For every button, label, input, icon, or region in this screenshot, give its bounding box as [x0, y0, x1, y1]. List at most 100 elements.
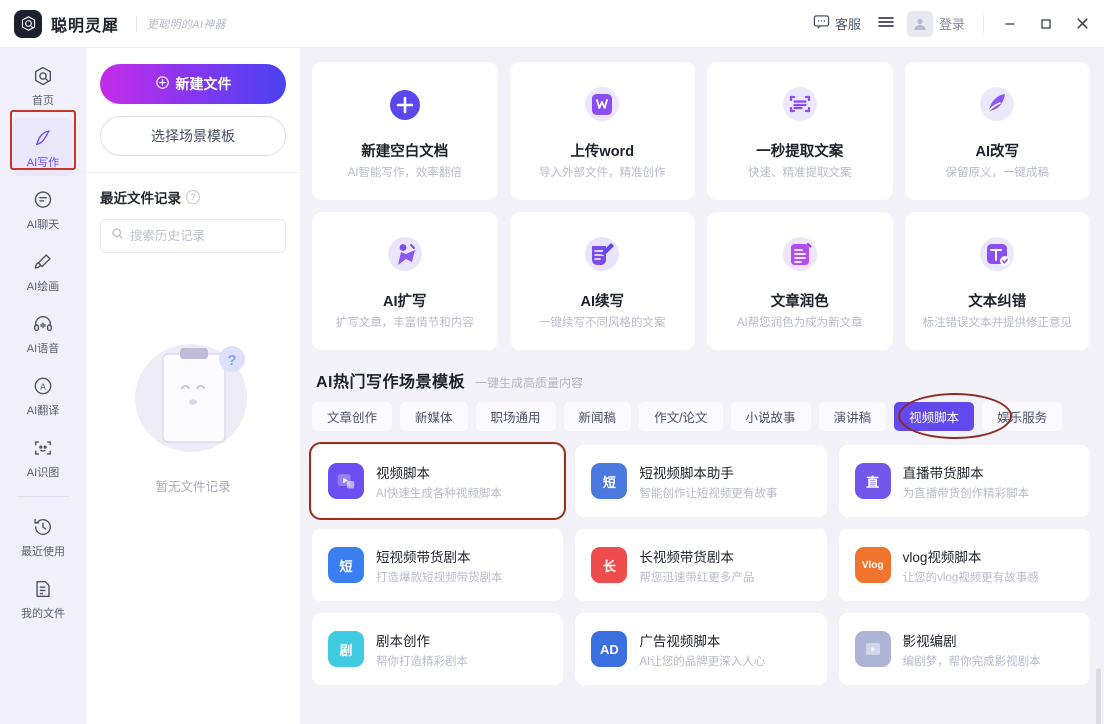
feature-card-ai-continue[interactable]: AI续写 一键续写不同风格的文案 — [509, 212, 695, 350]
template-card-short-video-script-helper[interactable]: 短 短视频脚本助手 智能创作让短视频更有故事 — [575, 445, 827, 517]
plus-circle-icon — [155, 75, 170, 93]
panel-divider — [86, 172, 300, 173]
file-icon — [32, 577, 54, 601]
template-card-screenplay-creation[interactable]: 剧 剧本创作 帮你打造精彩剧本 — [312, 613, 564, 685]
template-text: 直播带货脚本 为直播带货创作精彩脚本 — [903, 462, 1030, 501]
customer-service-button[interactable]: 客服 — [805, 9, 869, 39]
template-icon: 直 — [854, 463, 891, 499]
tab-article-creation[interactable]: 文章创作 — [312, 402, 393, 431]
template-card-live-commerce-script[interactable]: 直 直播带货脚本 为直播带货创作精彩脚本 — [838, 445, 1090, 517]
template-category-tabs: 文章创作 新媒体 职场通用 新闻稿 作文/论文 小说故事 演讲稿 视频脚本 娱乐… — [312, 393, 1090, 439]
template-title: 影视编剧 — [902, 633, 957, 649]
feature-card-ai-expand[interactable]: AI扩写 扩写文章，丰富情节和内容 — [312, 212, 498, 350]
template-card-ad-video-script[interactable]: AD 广告视频脚本 AI让您的品牌更深入人心 — [575, 613, 827, 685]
main-scrollbar[interactable] — [1096, 668, 1101, 724]
sidebar-item-recent[interactable]: 最近使用 — [12, 507, 74, 565]
template-icon: AD — [591, 631, 628, 667]
sidebar-label: AI识图 — [26, 467, 60, 479]
customer-service-label: 客服 — [834, 17, 861, 32]
template-title: 剧本创作 — [376, 633, 430, 649]
template-icon: Vlog — [854, 547, 891, 583]
scan-text-icon — [777, 82, 823, 128]
sidebar-item-ai-translate[interactable]: A AI翻译 — [12, 366, 74, 424]
sidebar-item-ai-chat[interactable]: AI聊天 — [12, 180, 74, 238]
text-correct-icon — [974, 232, 1020, 278]
template-card-vlog-script[interactable]: Vlog vlog视频脚本 让您的vlog视频更有故事感 — [838, 529, 1090, 601]
choose-template-button[interactable]: 选择场景模板 — [100, 116, 286, 156]
template-card-film-tv-screenwriting[interactable]: 影视编剧 编剧梦，帮你完成影视剧本 — [838, 613, 1090, 685]
sidebar-item-ai-drawing[interactable]: AI绘画 — [12, 242, 74, 300]
tab-press-release[interactable]: 新闻稿 — [563, 402, 632, 431]
feature-card-article-polish[interactable]: 文章润色 AI帮您润色为成为新文章 — [707, 212, 893, 350]
template-desc: 打造爆款短视频带货剧本 — [376, 571, 503, 584]
titlebar-divider — [983, 14, 984, 33]
feature-card-new-blank-doc[interactable]: 新建空白文档 AI智能写作，效率翻倍 — [312, 62, 498, 200]
new-file-label: 新建文件 — [175, 76, 232, 92]
svg-text:A: A — [40, 382, 46, 391]
login-button[interactable]: 登录 — [903, 8, 975, 40]
feature-card-upload-word[interactable]: 上传word 导入外部文件，精准创作 — [509, 62, 695, 200]
template-icon — [328, 463, 364, 499]
word-icon — [579, 82, 625, 128]
search-icon — [111, 227, 124, 245]
chat-bubble-icon — [32, 188, 54, 212]
tab-speech[interactable]: 演讲稿 — [818, 402, 887, 431]
expand-pen-icon — [382, 232, 428, 278]
template-icon: 剧 — [328, 631, 364, 667]
sidebar-item-my-files[interactable]: 我的文件 — [12, 569, 74, 627]
history-search-input[interactable] — [130, 229, 275, 243]
history-clock-icon — [32, 515, 54, 539]
template-card-short-video-commerce-script[interactable]: 短 短视频带货剧本 打造爆款短视频带货剧本 — [312, 529, 564, 601]
sidebar-label: AI写作 — [26, 157, 60, 169]
template-desc: 智能创作让短视频更有故事 — [639, 487, 778, 500]
feature-desc: 快速、精准提取文案 — [748, 167, 852, 179]
tab-essay-thesis[interactable]: 作文/论文 — [639, 402, 723, 431]
feature-card-ai-rewrite[interactable]: AI改写 保留原义，一键成稿 — [904, 62, 1090, 200]
brand-tagline: 更聪明的AI神器 — [136, 15, 226, 32]
template-text: 视频脚本 AI快速生成各种视频脚本 — [376, 462, 502, 501]
section-header: AI热门写作场景模板 一键生成高质量内容 — [316, 368, 1090, 392]
template-text: vlog视频脚本 让您的vlog视频更有故事感 — [903, 546, 1039, 585]
template-desc: 帮您迅速带红更多产品 — [639, 571, 755, 584]
section-subtitle: 一键生成高质量内容 — [475, 376, 584, 390]
sidebar-label: 首页 — [32, 95, 54, 107]
polish-doc-icon — [777, 232, 823, 278]
feature-desc: 保留原义，一键成稿 — [945, 167, 1050, 179]
feature-desc: AI帮您润色为成为新文章 — [736, 317, 863, 329]
sidebar-item-home[interactable]: 首页 — [12, 56, 74, 114]
sidebar-rail: 首页 AI写作 AI聊天 AI绘画 AI语音 A AI翻译 AI识图 最近使用 … — [0, 48, 86, 724]
chat-support-icon — [813, 14, 830, 33]
recent-files-title: 最近文件记录 — [100, 191, 181, 206]
sidebar-item-ai-writing[interactable]: AI写作 — [12, 118, 74, 176]
template-icon: 短 — [328, 547, 364, 583]
template-card-video-script[interactable]: 视频脚本 AI快速生成各种视频脚本 — [308, 442, 567, 520]
feature-card-extract-copy[interactable]: 一秒提取文案 快速、精准提取文案 — [707, 62, 893, 200]
template-card-long-video-commerce-script[interactable]: 长 长视频带货剧本 帮您迅速带红更多产品 — [575, 529, 827, 601]
tab-video-script[interactable]: 视频脚本 — [894, 402, 975, 431]
hamburger-menu-icon — [877, 15, 895, 32]
help-question-icon[interactable]: ? — [186, 190, 200, 204]
tab-novel-story[interactable]: 小说故事 — [730, 402, 811, 431]
tab-workplace[interactable]: 职场通用 — [475, 402, 556, 431]
history-search-box[interactable] — [100, 219, 286, 253]
close-button[interactable] — [1064, 7, 1100, 41]
sidebar-item-ai-image-recognition[interactable]: AI识图 — [12, 428, 74, 486]
template-icon: 短 — [591, 463, 628, 499]
left-panel: 新建文件 选择场景模板 最近文件记录 ? 搜索历史记录 ? 暂无文件记录 — [86, 48, 300, 724]
feature-title: 文本纠错 — [968, 294, 1027, 310]
section-title: AI热门写作场景模板 — [316, 374, 466, 391]
sidebar-label: AI翻译 — [26, 405, 60, 417]
minimize-button[interactable] — [992, 7, 1028, 41]
new-file-button[interactable]: 新建文件 — [100, 64, 286, 104]
template-title: 长视频带货剧本 — [639, 549, 734, 565]
feature-card-text-correction[interactable]: 文本纠错 标注错误文本并提供修正意见 — [904, 212, 1090, 350]
maximize-button[interactable] — [1028, 7, 1064, 41]
template-icon: 长 — [591, 547, 628, 583]
tab-new-media[interactable]: 新媒体 — [400, 402, 468, 431]
tab-entertainment[interactable]: 娱乐服务 — [982, 402, 1063, 431]
brush-icon — [32, 250, 54, 274]
headphone-icon — [32, 312, 54, 336]
sidebar-item-ai-voice[interactable]: AI语音 — [12, 304, 74, 362]
menu-button[interactable] — [869, 9, 903, 39]
titlebar-actions: 客服 登录 — [805, 7, 1100, 41]
